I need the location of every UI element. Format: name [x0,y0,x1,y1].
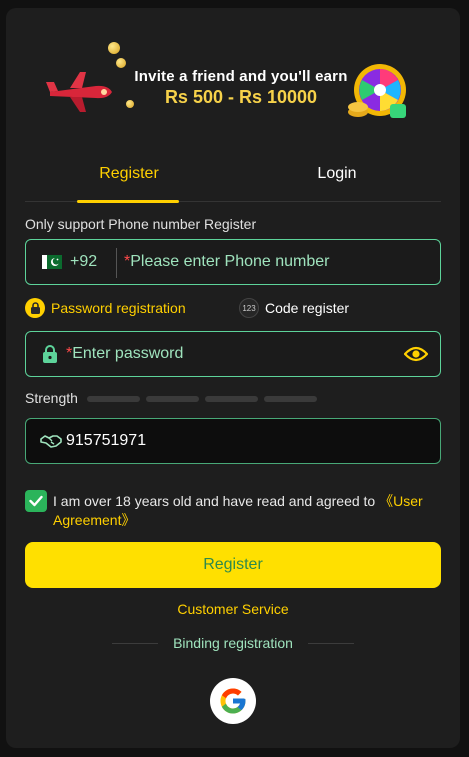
google-login-button[interactable] [210,678,256,724]
code-number-icon: 123 [239,298,259,318]
password-placeholder: Enter password [72,345,184,362]
password-field[interactable]: *Enter password [25,331,441,377]
register-button[interactable]: Register [25,542,441,588]
invite-code-input[interactable]: 915751971 [66,432,146,450]
banner-text: Invite a friend and you'll earn Rs 500 -… [121,68,361,108]
code-register-label: Code register [265,300,350,316]
phone-input[interactable]: *Please enter Phone number [124,253,329,271]
airplane-icon [46,72,112,112]
banner-amount: Rs 500 - Rs 10000 [164,87,318,107]
google-icon [220,688,246,714]
coin-icon [108,42,120,54]
phone-placeholder: Please enter Phone number [130,253,330,270]
divider-line [308,643,354,644]
code-register-option[interactable]: 123 Code register [239,297,349,319]
password-input[interactable]: *Enter password [66,345,183,363]
strength-bar-segment [264,396,317,402]
registration-mode-switch: Password registration 123 Code register [25,297,441,323]
banner-headline: Invite a friend and you'll earn [134,68,348,85]
register-modal: Invite a friend and you'll earn Rs 500 -… [6,8,460,748]
customer-service-link[interactable]: Customer Service [6,601,460,617]
handshake-icon [40,435,62,448]
checkmark-icon [29,495,43,507]
binding-registration-label: Binding registration [173,635,293,651]
invite-code-field[interactable]: 915751971 [25,418,441,464]
lock-icon [43,345,57,363]
auth-tabs: Register Login [25,156,441,203]
lock-icon [25,298,45,318]
field-divider [116,248,117,278]
strength-label: Strength [25,390,78,406]
password-registration-option[interactable]: Password registration [25,297,186,319]
agreement-statement: I am over 18 years old and have read and… [53,493,380,509]
strength-bar-segment [87,396,140,402]
coin-icon [116,58,126,68]
phone-field[interactable]: +92 *Please enter Phone number [25,239,441,285]
strength-bar-segment [146,396,199,402]
password-registration-label: Password registration [51,300,186,316]
agreement-text: I am over 18 years old and have read and… [53,492,443,530]
prize-wheel-icon [348,64,406,118]
tab-register[interactable]: Register [25,156,233,192]
phone-only-hint: Only support Phone number Register [25,216,257,232]
pakistan-flag-icon [42,255,62,269]
strength-bar-segment [205,396,258,402]
promo-banner[interactable]: Invite a friend and you'll earn Rs 500 -… [46,40,426,126]
active-tab-indicator [77,200,179,203]
tab-login[interactable]: Login [233,156,441,192]
eye-icon[interactable] [404,346,428,362]
agreement-checkbox[interactable] [25,490,47,512]
country-code-select[interactable]: +92 [70,253,97,271]
